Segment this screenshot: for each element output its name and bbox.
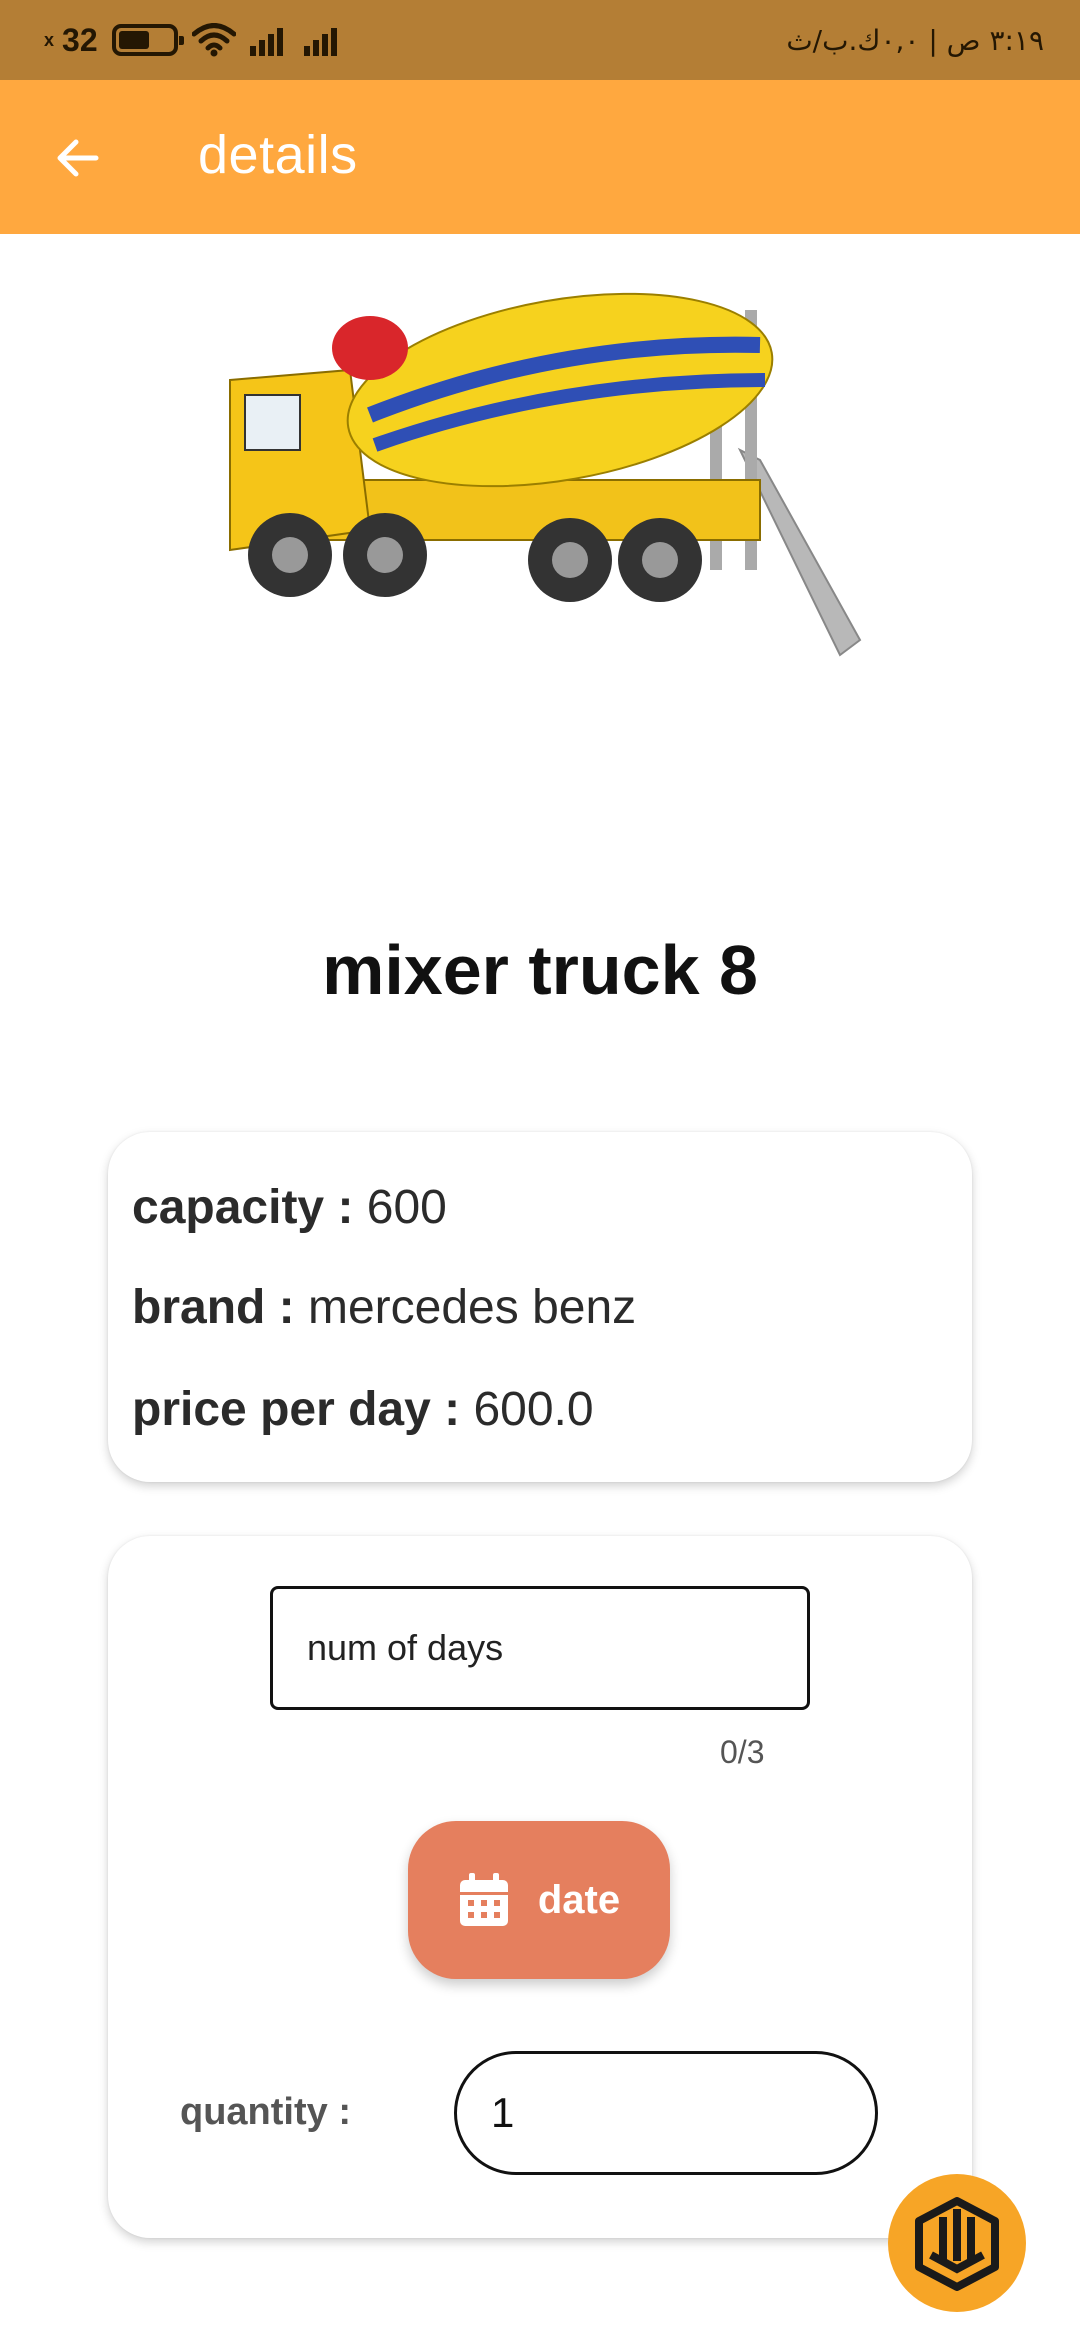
logo-icon bbox=[915, 2197, 999, 2291]
capacity-row: capacity : 600 bbox=[132, 1180, 447, 1235]
product-info-card: capacity : 600 brand : mercedes benz pri… bbox=[108, 1132, 972, 1482]
status-bar: x 32 ٣:١٩ ص | ٠,٠ك.ب/ث bbox=[0, 0, 1080, 80]
price-value: 600.0 bbox=[473, 1383, 594, 1436]
date-button[interactable]: date bbox=[408, 1821, 670, 1979]
app-bar: details bbox=[0, 80, 1080, 234]
battery-percent: 32 bbox=[62, 21, 98, 58]
date-button-label: date bbox=[537, 1877, 621, 1922]
char-counter: 0/3 bbox=[720, 1734, 765, 1770]
quantity-label: quantity : bbox=[180, 2091, 351, 2133]
calendar-icon bbox=[459, 1873, 508, 1926]
capacity-label: capacity : bbox=[132, 1181, 354, 1234]
product-title: mixer truck 8 bbox=[322, 931, 758, 1009]
brand-label: brand : bbox=[132, 1281, 295, 1334]
status-icons: x 32 bbox=[44, 22, 344, 59]
quantity-input[interactable] bbox=[454, 2051, 878, 2175]
signal-icon-2 bbox=[303, 28, 337, 56]
page-title: details bbox=[198, 125, 358, 185]
product-image bbox=[229, 292, 862, 657]
booking-card: 0/3 date quantity : bbox=[108, 1536, 972, 2238]
price-row: price per day : 600.0 bbox=[132, 1382, 594, 1437]
brand-value: mercedes benz bbox=[308, 1281, 637, 1334]
app-logo-button[interactable] bbox=[888, 2174, 1026, 2312]
status-time: ٣:١٩ ص | ٠,٠ك.ب/ث bbox=[786, 23, 1044, 57]
battery-marker: x bbox=[44, 29, 55, 50]
wifi-icon bbox=[191, 23, 236, 57]
num-days-input[interactable] bbox=[270, 1586, 810, 1710]
battery-icon bbox=[111, 24, 184, 56]
capacity-value: 600 bbox=[366, 1181, 447, 1234]
brand-row: brand : mercedes benz bbox=[132, 1280, 636, 1335]
signal-icon bbox=[249, 28, 283, 56]
arrow-left-icon[interactable] bbox=[50, 130, 106, 186]
price-label: price per day : bbox=[132, 1383, 461, 1436]
